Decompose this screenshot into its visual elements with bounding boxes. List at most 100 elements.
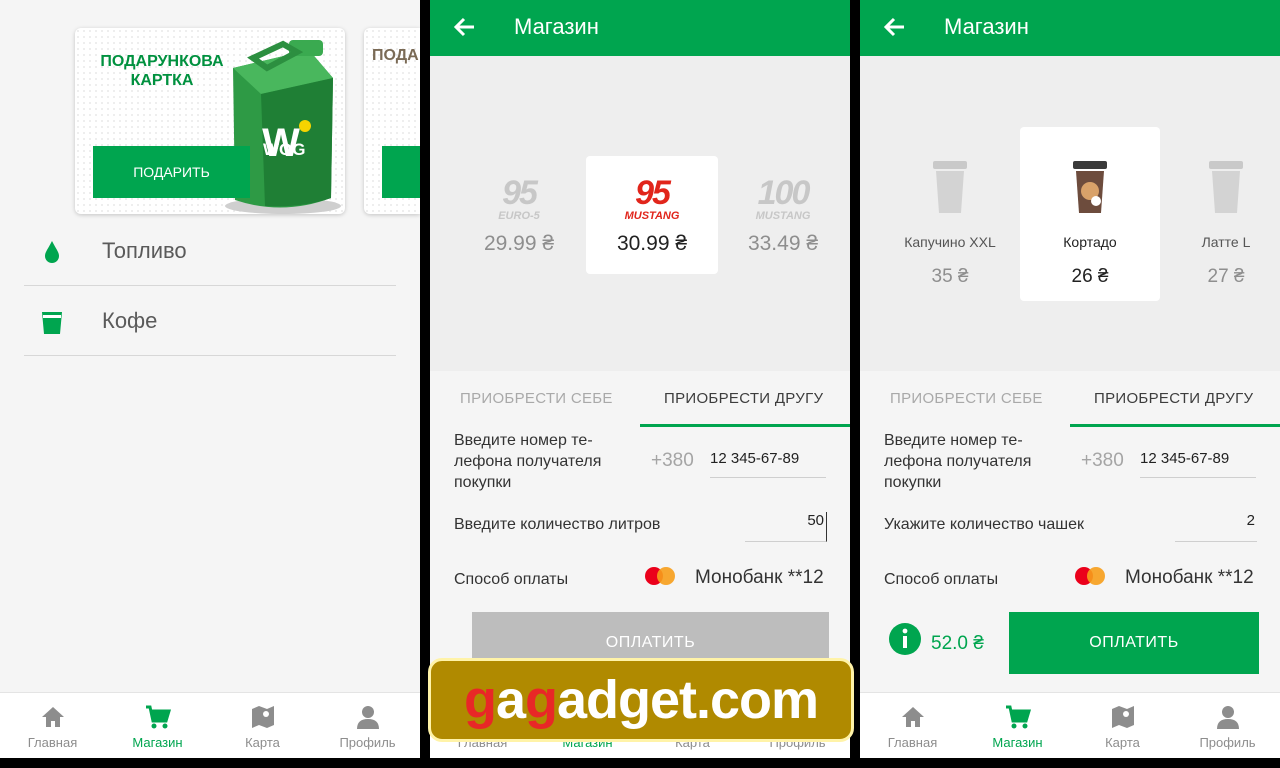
menu-item-coffee-label: Кофе xyxy=(102,308,158,333)
menu-item-fuel[interactable]: Топливо xyxy=(24,216,396,286)
product-price: 27 ₴ xyxy=(1207,266,1245,287)
home-screen: ПОДАРУНКОВА КАРТКА W WOG ПОДАРИТЬ ПОДА К… xyxy=(0,0,420,768)
cups-input[interactable]: 2 xyxy=(1175,512,1257,542)
nav-profile[interactable]: Профиль xyxy=(1175,693,1280,758)
menu-item-coffee[interactable]: Кофе xyxy=(24,286,396,356)
total-amount: 52.0 ₴ xyxy=(931,633,984,654)
watermark-letter: g xyxy=(463,670,497,730)
product-sub: EURO-5 xyxy=(498,210,540,222)
gift-card-banner[interactable]: ПОДАРУНКОВА КАРТКА W WOG ПОДАРИТЬ xyxy=(75,28,345,214)
nav-home-label: Главная xyxy=(27,735,78,750)
cart-icon xyxy=(145,705,171,729)
nav-shop-label: Магазин xyxy=(132,735,183,750)
nav-profile[interactable]: Профиль xyxy=(315,693,420,758)
tab-buy-self[interactable]: ПРИОБРЕСТИ СЕБЕ xyxy=(460,390,613,407)
product-price: 35 ₴ xyxy=(931,266,969,287)
product-name: Латте L xyxy=(1201,234,1251,250)
gift-button-partial[interactable] xyxy=(382,146,420,198)
mastercard-icon xyxy=(645,567,675,585)
system-bar xyxy=(860,758,1280,768)
cups-label: Укажите количество чашек xyxy=(884,516,1085,533)
nav-map-label: Карта xyxy=(245,735,280,750)
map-icon xyxy=(1111,706,1134,728)
mastercard-icon xyxy=(1075,567,1105,585)
bottom-navigation: Главная Магазин Карта Профиль xyxy=(860,692,1280,758)
nav-shop[interactable]: Магазин xyxy=(105,693,210,758)
payment-method[interactable]: Монобанк **12 xyxy=(695,567,824,589)
home-icon xyxy=(901,707,924,727)
product-price: 29.99 ₴ xyxy=(483,232,555,255)
gift-card-banner-next[interactable]: ПОДА КА xyxy=(364,28,420,214)
product-selector: 95 EURO-5 29.99 ₴ 95 MUSTANG 30.99 ₴ 100… xyxy=(430,56,850,371)
drop-icon xyxy=(45,241,59,263)
system-bar xyxy=(0,758,420,768)
cart-icon xyxy=(1005,705,1031,729)
liters-input[interactable]: 50 xyxy=(745,512,827,542)
fuel-shop-screen: Магазин 95 EURO-5 29.99 ₴ 95 MUSTANG 30.… xyxy=(430,0,850,768)
nav-map[interactable]: Карта xyxy=(1070,693,1175,758)
product-price: 30.99 ₴ xyxy=(616,232,688,255)
wog-logo-text: WOG xyxy=(263,140,306,159)
payment-label: Способ оплаты xyxy=(454,571,569,588)
product-latte-l[interactable]: Латте L 27 ₴ xyxy=(1166,127,1280,301)
tab-buy-self[interactable]: ПРИОБРЕСТИ СЕБЕ xyxy=(890,390,1043,407)
purchase-tabs: ПРИОБРЕСТИ СЕБЕ ПРИОБРЕСТИ ДРУГУ xyxy=(430,372,850,428)
nav-profile-label: Профиль xyxy=(339,735,396,750)
nav-map-label: Карта xyxy=(1105,735,1140,750)
product-name: Кортадо xyxy=(1063,234,1117,250)
product-cortado[interactable]: Кортадо 26 ₴ xyxy=(1020,127,1160,301)
system-bar xyxy=(430,758,850,768)
watermark-text: adget.com xyxy=(556,670,819,730)
nav-home[interactable]: Главная xyxy=(0,693,105,758)
tab-buy-friend[interactable]: ПРИОБРЕСТИ ДРУГУ xyxy=(664,390,823,407)
menu-item-fuel-label: Топливо xyxy=(102,238,187,263)
payment-method[interactable]: Монобанк **12 xyxy=(1125,567,1254,589)
phone-prefix: +380 xyxy=(1081,450,1124,471)
coffee-shop-screen: Магазин Капучино XXL 35 ₴ Кортадо 26 ₴ Л… xyxy=(860,0,1280,768)
product-cappuccino-xxl[interactable]: Капучино XXL 35 ₴ xyxy=(884,127,1016,301)
app-bar: Магазин xyxy=(430,0,850,56)
app-bar: Магазин xyxy=(860,0,1280,56)
back-arrow-icon[interactable] xyxy=(880,12,910,42)
watermark-letter: a xyxy=(495,670,526,730)
nav-home[interactable]: Главная xyxy=(860,693,965,758)
nav-home-label: Главная xyxy=(887,735,938,750)
purchase-tabs: ПРИОБРЕСТИ СЕБЕ ПРИОБРЕСТИ ДРУГУ xyxy=(860,372,1280,428)
product-sub: MUSTANG xyxy=(624,210,680,222)
phone-input[interactable]: 12 345-67-89 xyxy=(1140,450,1256,478)
map-icon xyxy=(251,706,274,728)
product-95-mustang[interactable]: 95 MUSTANG 30.99 ₴ xyxy=(586,156,718,274)
product-100-mustang[interactable]: 100 MUSTANG 33.49 ₴ xyxy=(717,156,849,274)
back-arrow-icon[interactable] xyxy=(450,12,480,42)
page-title: Магазин xyxy=(944,14,1029,39)
payment-label: Способ оплаты xyxy=(884,571,999,588)
nav-map[interactable]: Карта xyxy=(210,693,315,758)
pay-button[interactable]: ОПЛАТИТЬ xyxy=(1009,612,1259,674)
nav-profile-label: Профиль xyxy=(1199,735,1256,750)
liters-label: Введите количество литров xyxy=(454,516,661,533)
home-icon xyxy=(41,707,64,727)
nav-shop-label: Магазин xyxy=(992,735,1043,750)
bottom-navigation: Главная Магазин Карта Профиль xyxy=(0,692,420,758)
tab-buy-friend[interactable]: ПРИОБРЕСТИ ДРУГУ xyxy=(1094,390,1253,407)
profile-icon xyxy=(1216,706,1239,729)
cup-icon xyxy=(42,312,62,334)
nav-shop[interactable]: Магазин xyxy=(965,693,1070,758)
product-95-euro5[interactable]: 95 EURO-5 29.99 ₴ xyxy=(453,156,585,274)
gift-button[interactable]: ПОДАРИТЬ xyxy=(93,146,250,198)
product-selector: Капучино XXL 35 ₴ Кортадо 26 ₴ Латте L 2… xyxy=(860,56,1280,371)
product-number: 100 xyxy=(757,174,811,212)
product-name: Капучино XXL xyxy=(904,234,996,250)
product-sub: MUSTANG xyxy=(755,210,811,222)
coffee-cup-icon xyxy=(933,161,967,213)
watermark-letter: g xyxy=(524,670,558,730)
product-price: 26 ₴ xyxy=(1071,266,1109,287)
phone-label: Введите номер те- лефона получателя поку… xyxy=(454,432,602,491)
phone-label: Введите номер те- лефона получателя поку… xyxy=(884,432,1032,491)
product-number: 95 xyxy=(635,174,671,212)
active-tab-indicator xyxy=(640,424,850,427)
phone-input[interactable]: 12 345-67-89 xyxy=(710,450,826,478)
coffee-cup-icon xyxy=(1073,161,1107,213)
info-icon[interactable] xyxy=(888,622,922,656)
coffee-cup-icon xyxy=(1209,161,1243,213)
